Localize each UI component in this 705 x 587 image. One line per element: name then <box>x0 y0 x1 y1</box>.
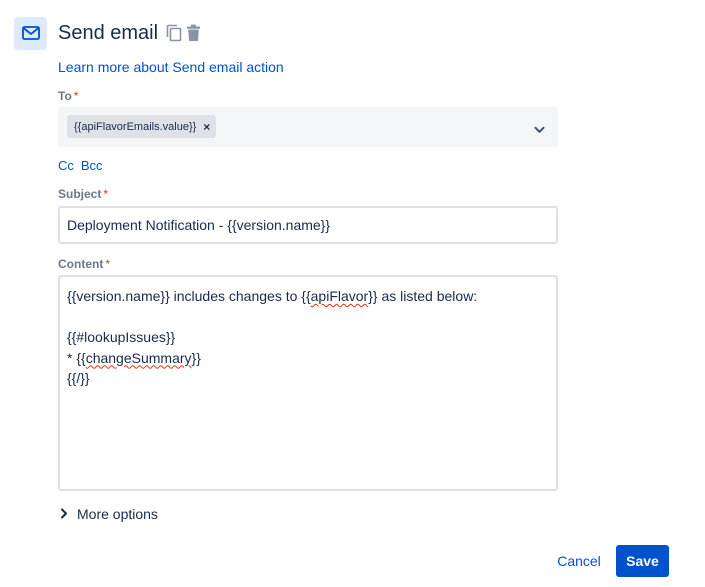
content-text: {{#lookupIssues}} <box>67 329 176 345</box>
content-text: * {{changeSummary}} <box>67 349 201 366</box>
required-mark: * <box>105 257 110 271</box>
action-header: Send email <box>14 16 201 50</box>
content-line: ​ <box>67 307 549 328</box>
recipient-chip-label: {{apiFlavorEmails.value}} <box>74 120 197 133</box>
required-mark: * <box>103 187 109 201</box>
copy-icon[interactable] <box>166 24 182 42</box>
required-mark: * <box>73 89 79 103</box>
close-icon[interactable]: × <box>203 120 210 134</box>
content-label-text: Content <box>58 257 104 271</box>
to-label-text: To <box>58 89 72 103</box>
spellcheck-mark: changeSummary <box>85 349 192 366</box>
content-line: {{/}} <box>67 368 549 389</box>
subject-label-text: Subject <box>58 187 102 201</box>
chevron-down-icon[interactable] <box>534 121 545 139</box>
cc-link[interactable]: Cc <box>58 158 74 173</box>
mail-icon-box <box>14 16 47 50</box>
content-label: Content * <box>58 257 110 271</box>
content-text: {{/}} <box>67 370 90 386</box>
save-button[interactable]: Save <box>616 545 669 577</box>
more-options-toggle[interactable]: More options <box>60 506 158 522</box>
spellcheck-mark: apiFlavor <box>310 288 369 304</box>
content-textarea[interactable]: {{version.name}} includes changes to {{a… <box>58 275 558 491</box>
mail-icon <box>21 26 40 40</box>
trash-icon[interactable] <box>186 24 201 42</box>
subject-input[interactable]: Deployment Notification - {{version.name… <box>58 206 558 244</box>
content-line: * {{changeSummary}} <box>67 348 549 369</box>
recipient-chip[interactable]: {{apiFlavorEmails.value}} × <box>67 115 217 138</box>
cancel-button[interactable]: Cancel <box>551 545 607 577</box>
learn-more-link[interactable]: Learn more about Send email action <box>58 59 284 75</box>
to-field[interactable]: {{apiFlavorEmails.value}} × <box>58 107 558 147</box>
bcc-link[interactable]: Bcc <box>81 158 103 173</box>
page-title: Send email <box>58 21 159 44</box>
cc-bcc-links: Cc Bcc <box>58 158 103 173</box>
more-options-label: More options <box>77 506 158 522</box>
content-text: {{version.name}} includes changes to {{a… <box>67 288 478 304</box>
to-label: To * <box>58 89 78 103</box>
content-line: {{version.name}} includes changes to {{a… <box>67 286 549 307</box>
subject-label: Subject * <box>58 187 108 201</box>
chevron-right-icon <box>60 506 68 522</box>
content-line: {{#lookupIssues}} <box>67 327 549 348</box>
